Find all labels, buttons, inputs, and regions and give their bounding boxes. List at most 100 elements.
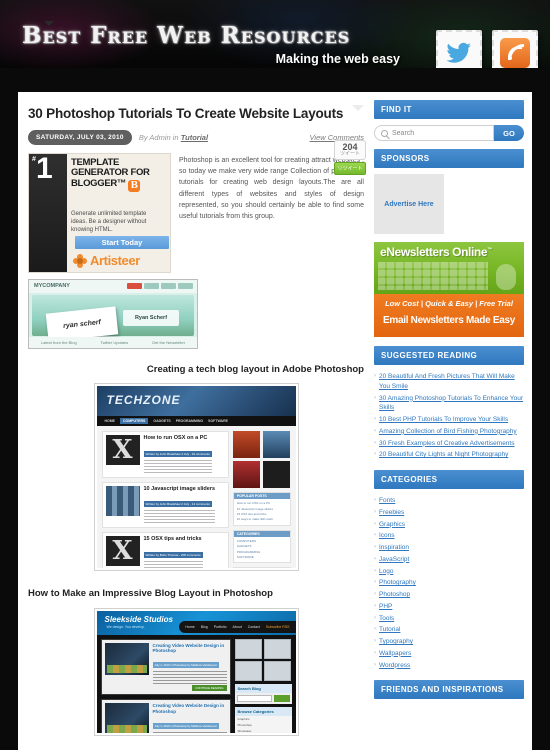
post-category-link[interactable]: Tutorial xyxy=(181,133,208,142)
techzone-post-column: How to run OSX on a PC Written by John B… xyxy=(101,431,229,569)
category-link[interactable]: Typography xyxy=(379,637,413,647)
site-tagline: Making the web easy xyxy=(275,52,400,66)
techzone-ad-tile xyxy=(232,461,260,489)
suggested-link[interactable]: 20 Beautiful And Fresh Pictures That Wil… xyxy=(379,372,524,392)
list-item[interactable]: › Icons xyxy=(374,530,524,542)
category-link[interactable]: Logo xyxy=(379,567,393,577)
sleekside-nav-item: Subscribe RSS xyxy=(265,624,290,629)
list-item[interactable]: › 30 Amazing Photoshop Tutorials To Enha… xyxy=(374,393,524,415)
sleekside-screenshot-frame[interactable]: Sleekside Studios We design. You develop… xyxy=(93,607,299,736)
section-heading-2: How to Make an Impressive Blog Layout in… xyxy=(28,588,273,600)
list-item[interactable]: › 20 Beautiful And Fresh Pictures That W… xyxy=(374,371,524,393)
category-link[interactable]: Inspiration xyxy=(379,543,409,553)
list-item[interactable]: › Wordpress xyxy=(374,660,524,672)
category-link[interactable]: Photoshop xyxy=(379,590,410,600)
category-link[interactable]: Wordpress xyxy=(379,661,410,671)
suggested-link[interactable]: Amazing Collection of Bird Fishing Photo… xyxy=(379,427,517,437)
list-item[interactable]: › Fonts xyxy=(374,495,524,507)
site-logo[interactable]: Best Free Web Resources xyxy=(22,22,350,49)
list-item[interactable]: › Inspiration xyxy=(374,542,524,554)
techzone-post-excerpt xyxy=(143,459,212,474)
section-heading-1: Creating a tech blog layout in Adobe Pho… xyxy=(146,364,364,375)
list-item[interactable]: › Amazing Collection of Bird Fishing Pho… xyxy=(374,426,524,438)
list-item[interactable]: › Logo xyxy=(374,566,524,578)
list-item[interactable]: › 30 Fresh Examples of Creative Advertis… xyxy=(374,438,524,450)
techzone-category: SOFTWARE xyxy=(236,554,254,559)
category-link[interactable]: Tutorial xyxy=(379,625,400,635)
category-link[interactable]: PHP xyxy=(379,602,392,612)
sleekside-nav: Home Blog Portfolio About Contact Subscr… xyxy=(179,620,296,633)
mycompany-footer-item: Get the Newsletter xyxy=(151,340,186,345)
techzone-body: How to run OSX on a PC Written by John B… xyxy=(97,426,296,569)
list-item[interactable]: › JavaScript xyxy=(374,554,524,566)
retweet-button[interactable]: リツイート xyxy=(334,161,366,175)
mycompany-thumbnail[interactable]: MYCOMPANY ryan scherf Ryan Scherf Latest… xyxy=(28,279,198,349)
mycompany-footer: Latest from the Blog Twitter Updates Get… xyxy=(29,337,197,348)
list-item[interactable]: › Typography xyxy=(374,636,524,648)
artisteer-cta-button[interactable]: Start Today xyxy=(75,236,169,249)
techzone-ad-tile xyxy=(262,431,290,459)
sleekside-post-thumb xyxy=(104,642,149,675)
enewsletters-features: Low Cost | Quick & Easy | Free Trial xyxy=(385,299,513,308)
osx-thumb-icon xyxy=(105,435,140,466)
suggested-link[interactable]: 20 Beautiful City Lights at Night Photog… xyxy=(379,450,508,460)
list-item[interactable]: › Freebies xyxy=(374,507,524,519)
osx-thumb-icon xyxy=(105,536,140,567)
mycompany-footer-item: Latest from the Blog xyxy=(40,340,77,345)
category-link[interactable]: Fonts xyxy=(379,496,395,506)
enewsletters-slogan: Email Newsletters Made Easy xyxy=(383,315,515,326)
category-link[interactable]: JavaScript xyxy=(379,555,409,565)
twitter-bird-icon xyxy=(444,38,474,68)
list-item[interactable]: › Tools xyxy=(374,613,524,625)
category-link[interactable]: Tools xyxy=(379,614,394,624)
techzone-post-meta: Written by John Bradshaw 4 July - 32 com… xyxy=(143,450,212,457)
chevron-right-icon: › xyxy=(374,394,376,401)
list-item[interactable]: › Photography xyxy=(374,577,524,589)
list-item[interactable]: › Photoshop xyxy=(374,589,524,601)
artisteer-subtext: Generate unlimited template ideas. Be a … xyxy=(71,211,147,234)
list-item[interactable]: › Graphics xyxy=(374,519,524,531)
list-item[interactable]: › 20 Beautiful City Lights at Night Phot… xyxy=(374,449,524,461)
comment-bubble-tail xyxy=(352,105,364,111)
suggested-link[interactable]: 10 Best PHP Tutorials To Improve Your Sk… xyxy=(379,415,508,425)
techzone-ad-tile xyxy=(262,461,290,489)
techzone-post-title: 15 OSX tips and tricks xyxy=(143,536,202,543)
techzone-post-title: How to run OSX on a PC xyxy=(143,435,208,442)
list-item[interactable]: › PHP xyxy=(374,601,524,613)
techzone-post-meta: Written by John Bradshaw 2 July - 14 com… xyxy=(143,501,212,508)
twitter-stamp[interactable] xyxy=(436,30,482,68)
category-link[interactable]: Wallpapers xyxy=(379,649,411,659)
suggested-link[interactable]: 30 Fresh Examples of Creative Advertisem… xyxy=(379,439,514,449)
category-link[interactable]: Photography xyxy=(379,578,416,588)
search-placeholder: Search xyxy=(392,129,415,137)
sleekside-search-row xyxy=(234,692,292,704)
advertise-here-box[interactable]: Advertise Here xyxy=(374,174,444,234)
artisteer-ad[interactable]: # 1 TEMPLATE GENERATOR FOR BLOGGER™ B Gen… xyxy=(28,153,171,273)
rss-stamp[interactable] xyxy=(492,30,538,68)
suggested-link[interactable]: 30 Amazing Photoshop Tutorials To Enhanc… xyxy=(379,394,524,414)
chevron-right-icon: › xyxy=(374,567,376,574)
social-stamps xyxy=(436,30,538,68)
sleekside-nav-item: Blog xyxy=(200,624,208,629)
category-link[interactable]: Icons xyxy=(379,531,395,541)
sleekside-post: Creating Video Website Design in Photosh… xyxy=(100,638,231,696)
category-link[interactable]: Freebies xyxy=(379,508,404,518)
tweet-widget[interactable]: 204 ツイート リツイート xyxy=(334,140,366,175)
techzone-post-excerpt xyxy=(143,510,216,525)
content-wrapper: 30 Photoshop Tutorials To Create Website… xyxy=(18,92,532,750)
techzone-screenshot-frame[interactable]: TECHZONE HOME COMPUTERS GADGETS PROGRAMM… xyxy=(93,383,299,572)
search-input[interactable]: Search xyxy=(374,125,494,141)
chevron-right-icon: › xyxy=(374,373,376,379)
category-link[interactable]: Graphics xyxy=(379,520,405,530)
byline-prefix: By Admin in xyxy=(138,132,179,142)
sleekside-post-title: Creating Video Website Design in Photosh… xyxy=(152,642,225,653)
techzone-post-title: 10 Javascript image sliders xyxy=(143,485,216,492)
sleekside-post-tag: July 1, 2010 in Photoshop by Matthew Van… xyxy=(152,662,219,669)
list-item[interactable]: › 10 Best PHP Tutorials To Improve Your … xyxy=(374,414,524,426)
list-item[interactable]: › Tutorial xyxy=(374,624,524,636)
sleekside-ad-tile xyxy=(234,660,262,681)
enewsletters-ad[interactable]: eNewsletters Online™ Low Cost | Quick & … xyxy=(374,242,524,337)
search-row: Search GO xyxy=(374,125,524,141)
search-go-button[interactable]: GO xyxy=(494,125,524,141)
list-item[interactable]: › Wallpapers xyxy=(374,648,524,660)
